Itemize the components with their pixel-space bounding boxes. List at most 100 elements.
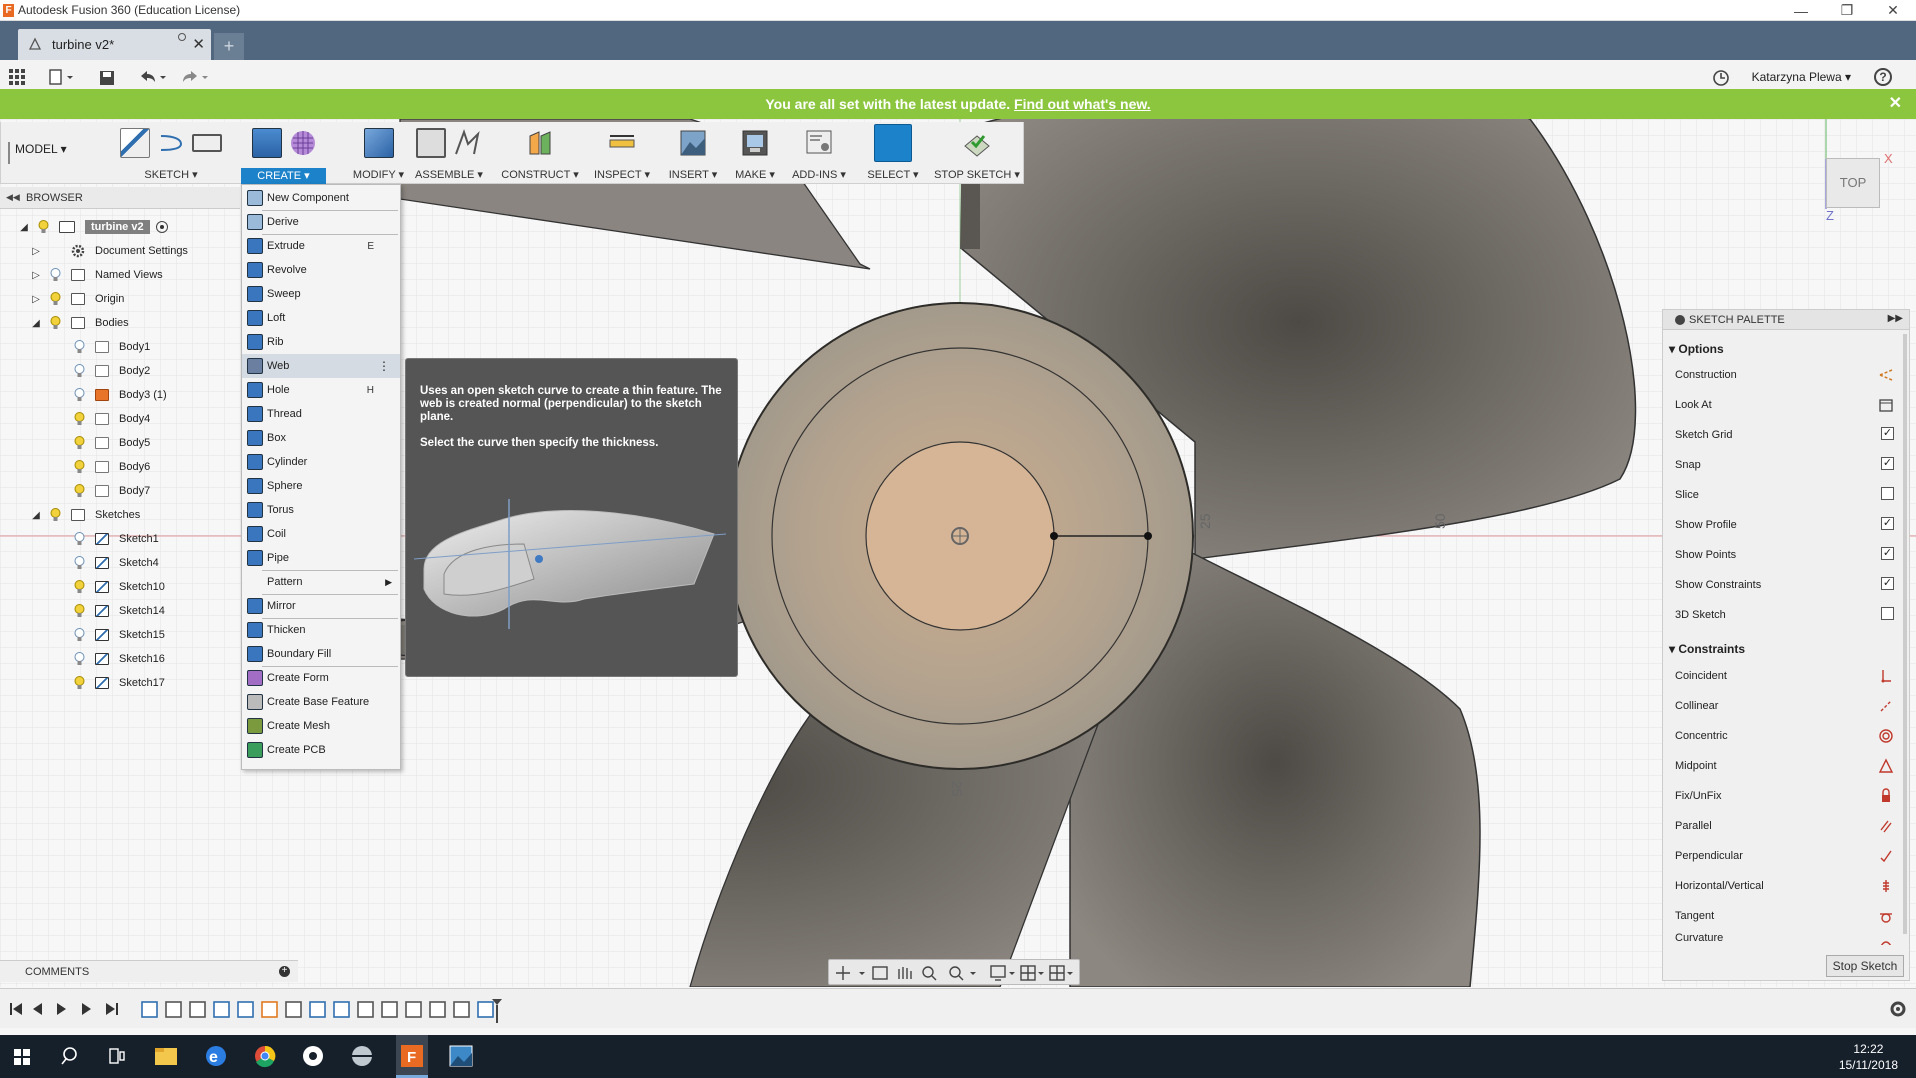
close-tab-icon[interactable]: ✕	[192, 35, 205, 53]
coincident-icon[interactable]	[1878, 668, 1894, 684]
palette-option[interactable]: Show Profile ✓	[1675, 510, 1899, 540]
browser-body-item[interactable]: Body7	[74, 480, 150, 502]
browser-sketch-item[interactable]: Sketch10	[74, 576, 165, 598]
unchecked-checkbox[interactable]	[1881, 607, 1894, 620]
new-tab-button[interactable]: +	[214, 33, 244, 60]
menu-item-thicken[interactable]: Thicken	[242, 618, 400, 642]
constraint-collinear[interactable]: Collinear	[1675, 691, 1899, 721]
expand-icon[interactable]: ▷	[30, 270, 42, 281]
expand-icon[interactable]: ▷	[30, 294, 42, 305]
browser-sketch-item[interactable]: Sketch1	[74, 528, 159, 550]
create-menu-button[interactable]: CREATE ▾	[241, 168, 326, 184]
timeline-feature-icon[interactable]	[477, 1001, 494, 1018]
visibility-bulb-icon[interactable]	[74, 436, 85, 450]
visibility-bulb-icon[interactable]	[50, 268, 61, 282]
timeline-settings-icon[interactable]	[1890, 1001, 1906, 1017]
search-icon[interactable]	[61, 1047, 77, 1065]
visibility-bulb-icon[interactable]	[74, 580, 85, 594]
stop-sketch-group[interactable]: STOP SKETCH ▾	[931, 122, 1023, 184]
browser-body-item[interactable]: Body2	[74, 360, 150, 382]
press-pull-icon[interactable]	[363, 128, 394, 158]
timeline-features[interactable]	[141, 1001, 494, 1018]
inspect-group[interactable]: INSPECT ▾	[589, 122, 655, 184]
menu-item-torus[interactable]: Torus	[242, 498, 400, 522]
turbine-hub[interactable]	[726, 302, 1194, 770]
menu-item-create-pcb[interactable]: Create PCB	[242, 738, 400, 762]
addins-group[interactable]: ADD-INS ▾	[787, 122, 851, 184]
expand-icon[interactable]: ◢	[18, 222, 30, 233]
chrome-icon[interactable]	[255, 1045, 276, 1068]
checked-checkbox[interactable]: ✓	[1881, 457, 1894, 470]
job-status-icon[interactable]	[1712, 69, 1730, 87]
sketch-menu[interactable]: SKETCH ▾	[111, 168, 231, 181]
help-icon[interactable]: ?	[1874, 68, 1892, 86]
activate-radio-icon[interactable]	[155, 221, 168, 233]
visibility-bulb-icon[interactable]	[74, 340, 85, 354]
finish-sketch-icon[interactable]	[962, 128, 992, 158]
banner-close-icon[interactable]: ✕	[1889, 89, 1902, 119]
addins-menu[interactable]: ADD-INS ▾	[787, 168, 851, 181]
menu-item-derive[interactable]: Derive	[242, 210, 400, 234]
3d-print-icon[interactable]	[740, 128, 770, 158]
viewports-icon[interactable]	[1049, 965, 1073, 981]
menu-item-revolve[interactable]: Revolve	[242, 258, 400, 282]
step-back-icon[interactable]	[33, 1003, 42, 1015]
expand-icon[interactable]: ▷	[30, 246, 42, 257]
select-icon[interactable]	[874, 124, 912, 162]
windows-start-icon[interactable]	[14, 1049, 30, 1065]
browser-panel-header[interactable]: ◀◀ BROWSER	[0, 187, 240, 209]
timeline-feature-icon[interactable]	[237, 1001, 254, 1018]
browser-folder-item[interactable]: ▷ Origin	[30, 288, 124, 310]
visibility-bulb-icon[interactable]	[74, 652, 85, 666]
constraint-concentric[interactable]: Concentric	[1675, 721, 1899, 751]
checked-checkbox[interactable]: ✓	[1881, 427, 1894, 440]
horizontal-vertical-icon[interactable]	[1878, 878, 1894, 894]
checked-checkbox[interactable]: ✓	[1881, 577, 1894, 590]
menu-item-sweep[interactable]: Sweep	[242, 282, 400, 306]
fix-unfix-icon[interactable]	[1878, 788, 1894, 804]
menu-item-coil[interactable]: Coil	[242, 522, 400, 546]
menu-item-hole[interactable]: Hole H	[242, 378, 400, 402]
tangent-icon[interactable]	[1878, 908, 1894, 924]
add-comment-icon[interactable]: +	[279, 966, 290, 977]
offset-plane-icon[interactable]	[525, 128, 555, 158]
expand-icon[interactable]: ◢	[30, 510, 42, 521]
timeline-feature-icon[interactable]	[357, 1001, 374, 1018]
go-to-end-icon[interactable]	[106, 1003, 118, 1015]
display-settings-icon[interactable]	[990, 965, 1015, 981]
sketch-group[interactable]: SKETCH ▾	[111, 122, 231, 184]
system-clock[interactable]: 12:22 15/11/2018	[1839, 1041, 1898, 1073]
timeline-feature-icon[interactable]	[165, 1001, 182, 1018]
modify-group[interactable]: MODIFY ▾	[341, 122, 416, 184]
make-menu[interactable]: MAKE ▾	[725, 168, 785, 181]
redo-icon[interactable]	[180, 70, 210, 84]
constraint-horizontal-vertical[interactable]: Horizontal/Vertical	[1675, 871, 1899, 901]
file-explorer-icon[interactable]	[155, 1048, 177, 1065]
assemble-group[interactable]: ASSEMBLE ▾	[409, 122, 489, 184]
new-component-icon[interactable]	[416, 128, 446, 158]
browser-body-item[interactable]: Body3 (1)	[74, 384, 167, 406]
browser-folder-item[interactable]: ▷ Named Views	[30, 264, 163, 286]
browser-sketch-item[interactable]: Sketch14	[74, 600, 165, 622]
construct-group[interactable]: CONSTRUCT ▾	[496, 122, 584, 184]
curvature-icon[interactable]	[1878, 938, 1894, 945]
constraint-parallel[interactable]: Parallel	[1675, 811, 1899, 841]
stop-sketch-button[interactable]: Stop Sketch	[1826, 955, 1904, 977]
checked-checkbox[interactable]: ✓	[1881, 517, 1894, 530]
visibility-bulb-icon[interactable]	[74, 604, 85, 618]
modify-menu[interactable]: MODIFY ▾	[341, 168, 416, 181]
visibility-bulb-icon[interactable]	[50, 316, 61, 330]
fit-icon[interactable]	[949, 966, 976, 981]
line-icon[interactable]	[156, 128, 186, 158]
browser-folder-item[interactable]: ◢ Bodies	[30, 312, 129, 334]
midpoint-icon[interactable]	[1878, 758, 1894, 774]
timeline-feature-icon[interactable]	[285, 1001, 302, 1018]
grid-settings-icon[interactable]	[1020, 965, 1044, 981]
browser-body-item[interactable]: Body5	[74, 432, 150, 454]
timeline-feature-icon[interactable]	[453, 1001, 470, 1018]
menu-item-box[interactable]: Box	[242, 426, 400, 450]
browser-sketch-item[interactable]: Sketch4	[74, 552, 159, 574]
minimize-button[interactable]: —	[1778, 0, 1824, 21]
comments-panel[interactable]: COMMENTS +	[0, 960, 298, 982]
undo-icon[interactable]	[138, 70, 168, 84]
